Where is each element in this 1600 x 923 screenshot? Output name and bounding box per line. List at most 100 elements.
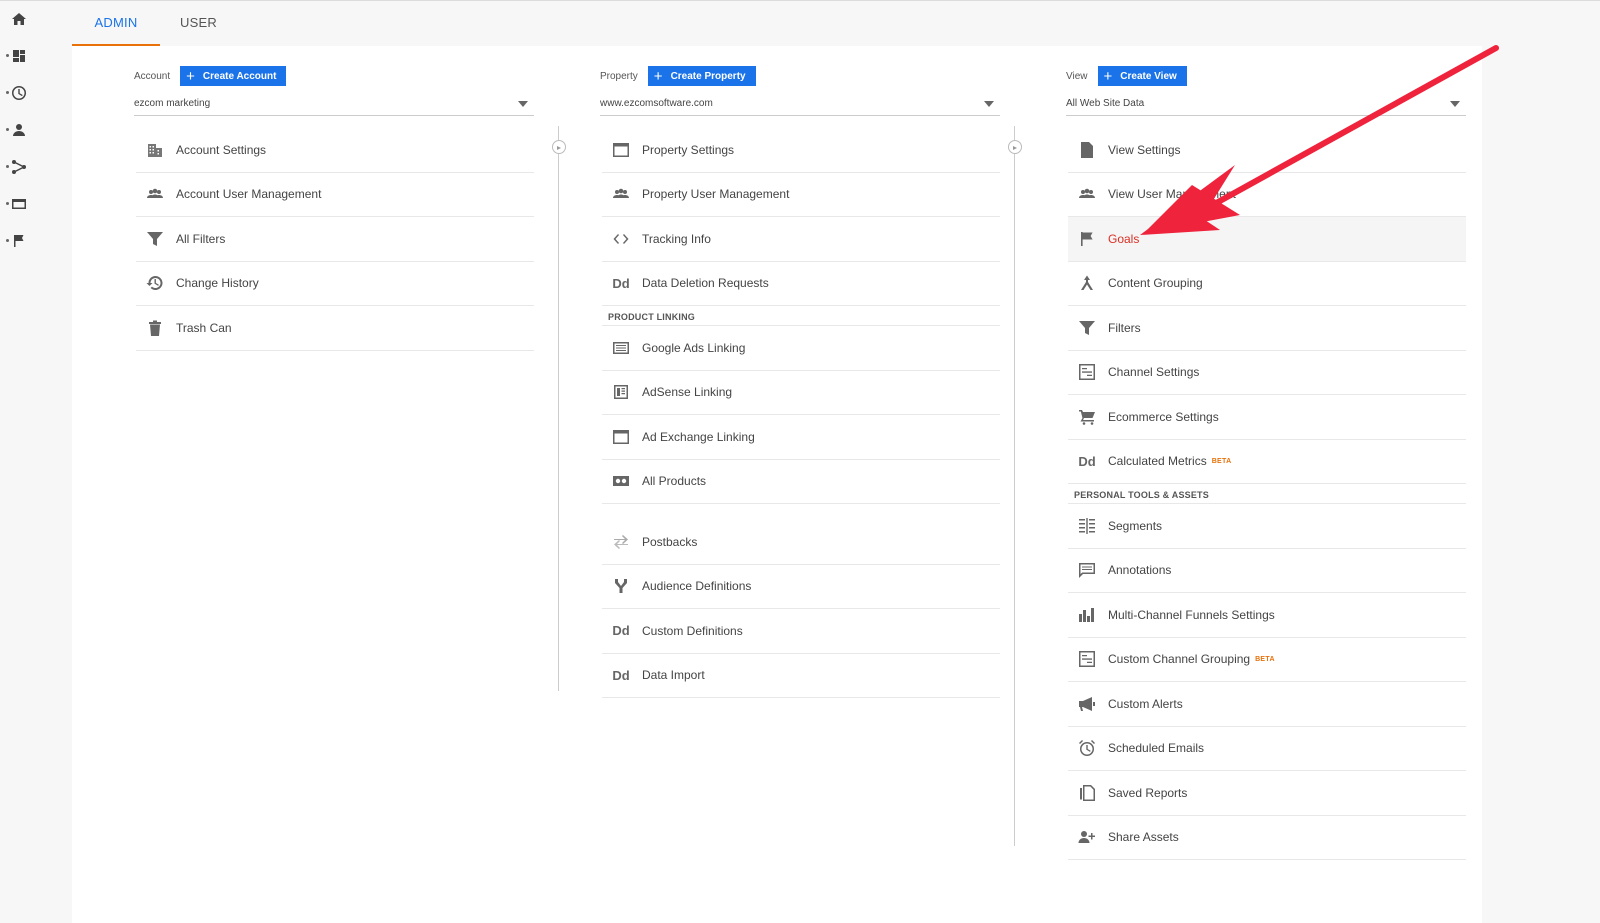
menu-item-label: Audience Definitions bbox=[642, 579, 752, 594]
menu-item-goals[interactable]: Goals bbox=[1068, 217, 1466, 262]
dd-icon: Dd bbox=[612, 667, 630, 683]
dashboard-icon[interactable] bbox=[6, 45, 30, 67]
menu-item-adsense-linking[interactable]: AdSense Linking bbox=[602, 371, 1000, 415]
dd-icon: Dd bbox=[612, 623, 630, 639]
admin-tabs: ADMIN USER bbox=[72, 0, 1482, 46]
menu-item-data-import[interactable]: Dd Data Import bbox=[602, 654, 1000, 698]
history-icon bbox=[144, 272, 166, 294]
menu-item-account-user-management[interactable]: Account User Management bbox=[136, 173, 534, 217]
person-icon[interactable] bbox=[6, 119, 30, 141]
menu-item-label: Account Settings bbox=[176, 142, 267, 157]
menu-item-channel-settings[interactable]: Channel Settings bbox=[1068, 351, 1466, 395]
menu-item-label: Channel Settings bbox=[1108, 365, 1200, 380]
menu-item-property-settings[interactable]: Property Settings bbox=[602, 128, 1000, 173]
caret-down-icon bbox=[1450, 101, 1460, 107]
behavior-icon[interactable] bbox=[6, 193, 30, 215]
postbacks-icon bbox=[610, 531, 632, 553]
flag-icon bbox=[1076, 228, 1098, 250]
dd-icon: Dd bbox=[1078, 453, 1096, 469]
menu-item-custom-alerts[interactable]: Custom Alerts bbox=[1068, 682, 1466, 727]
window-icon bbox=[610, 426, 632, 448]
menu-item-saved-reports[interactable]: Saved Reports bbox=[1068, 771, 1466, 816]
menu-item-label: Property Settings bbox=[642, 142, 735, 157]
menu-item-content-grouping[interactable]: Content Grouping bbox=[1068, 262, 1466, 306]
menu-item-label: Scheduled Emails bbox=[1108, 741, 1205, 756]
home-icon[interactable] bbox=[8, 8, 30, 30]
products-icon bbox=[610, 470, 632, 492]
clock-icon[interactable] bbox=[6, 82, 30, 104]
plus-icon: + bbox=[653, 67, 663, 85]
section-title: PRODUCT LINKING bbox=[608, 312, 695, 322]
menu-item-label: Ad Exchange Linking bbox=[642, 429, 755, 444]
menu-item-view-user-management[interactable]: View User Management bbox=[1068, 173, 1466, 217]
channel-icon bbox=[1076, 648, 1098, 670]
menu-item-label: Data Import bbox=[642, 668, 705, 683]
view-select[interactable]: All Web Site Data bbox=[1066, 94, 1466, 116]
conversions-flag-icon[interactable] bbox=[6, 230, 30, 252]
menu-item-property-user-management[interactable]: Property User Management bbox=[602, 173, 1000, 217]
menu-item-label: Custom Alerts bbox=[1108, 696, 1183, 711]
menu-item-account-settings[interactable]: Account Settings bbox=[136, 128, 534, 173]
menu-item-segments[interactable]: Segments bbox=[1068, 504, 1466, 549]
menu-item-multi-channel-funnels[interactable]: Multi-Channel Funnels Settings bbox=[1068, 593, 1466, 638]
megaphone-icon bbox=[1076, 693, 1098, 715]
copy-icon bbox=[1076, 782, 1098, 804]
tab-user[interactable]: USER bbox=[180, 0, 220, 46]
property-select-value: www.ezcomsoftware.com bbox=[600, 98, 713, 109]
menu-item-label: Calculated Metrics bbox=[1108, 454, 1207, 469]
menu-item-label: Google Ads Linking bbox=[642, 340, 746, 355]
menu-item-ecommerce-settings[interactable]: Ecommerce Settings bbox=[1068, 395, 1466, 440]
menu-item-audience-definitions[interactable]: Audience Definitions bbox=[602, 565, 1000, 609]
menu-item-scheduled-emails[interactable]: Scheduled Emails bbox=[1068, 727, 1466, 771]
admin-panel: Account + Create Account ezcom marketing… bbox=[72, 46, 1482, 923]
left-nav-rail bbox=[0, 0, 40, 923]
menu-item-trash-can[interactable]: Trash Can bbox=[136, 306, 534, 351]
menu-item-all-filters[interactable]: All Filters bbox=[136, 217, 534, 262]
people-icon bbox=[610, 183, 632, 205]
account-select-value: ezcom marketing bbox=[134, 98, 211, 109]
grouping-icon bbox=[1076, 272, 1098, 294]
property-select[interactable]: www.ezcomsoftware.com bbox=[600, 94, 1000, 116]
channel-icon bbox=[1076, 361, 1098, 383]
menu-item-view-settings[interactable]: View Settings bbox=[1068, 128, 1466, 173]
menu-item-postbacks[interactable]: Postbacks bbox=[602, 520, 1000, 565]
menu-item-label: Tracking Info bbox=[642, 231, 711, 246]
menu-item-tracking-info[interactable]: Tracking Info bbox=[602, 217, 1000, 262]
account-menu: Account Settings Account User Management… bbox=[136, 128, 534, 351]
segments-icon bbox=[1076, 515, 1098, 537]
account-header: Account + Create Account bbox=[134, 66, 287, 86]
menu-item-filters[interactable]: Filters bbox=[1068, 306, 1466, 351]
menu-item-label: All Products bbox=[642, 474, 707, 489]
comment-icon bbox=[1076, 559, 1098, 581]
menu-item-label: Custom Definitions bbox=[642, 623, 743, 638]
menu-item-custom-channel-grouping[interactable]: Custom Channel Grouping BETA bbox=[1068, 638, 1466, 682]
menu-item-all-products[interactable]: All Products bbox=[602, 460, 1000, 504]
menu-item-label: Annotations bbox=[1108, 563, 1172, 578]
menu-item-label: Ecommerce Settings bbox=[1108, 409, 1219, 424]
create-view-button[interactable]: + Create View bbox=[1097, 66, 1187, 86]
menu-item-google-ads-linking[interactable]: Google Ads Linking bbox=[602, 326, 1000, 371]
cart-icon bbox=[1076, 406, 1098, 428]
menu-item-annotations[interactable]: Annotations bbox=[1068, 549, 1466, 593]
adsense-icon bbox=[610, 381, 632, 403]
create-account-button[interactable]: + Create Account bbox=[180, 66, 287, 86]
create-property-button[interactable]: + Create Property bbox=[647, 66, 756, 86]
plus-icon: + bbox=[1103, 67, 1113, 85]
acquisition-icon[interactable] bbox=[6, 156, 30, 178]
menu-item-share-assets[interactable]: Share Assets bbox=[1068, 816, 1466, 860]
menu-item-ad-exchange-linking[interactable]: Ad Exchange Linking bbox=[602, 415, 1000, 460]
document-icon bbox=[1076, 139, 1098, 161]
column-connector-icon bbox=[1008, 140, 1022, 154]
menu-item-label: Content Grouping bbox=[1108, 276, 1203, 291]
tab-admin[interactable]: ADMIN bbox=[72, 0, 160, 46]
column-divider bbox=[558, 126, 559, 691]
menu-item-change-history[interactable]: Change History bbox=[136, 262, 534, 306]
menu-item-custom-definitions[interactable]: Dd Custom Definitions bbox=[602, 609, 1000, 654]
menu-item-calculated-metrics[interactable]: Dd Calculated Metrics BETA bbox=[1068, 440, 1466, 484]
menu-item-data-deletion-requests[interactable]: Dd Data Deletion Requests bbox=[602, 262, 1000, 306]
section-product-linking: PRODUCT LINKING bbox=[602, 306, 1000, 326]
account-select[interactable]: ezcom marketing bbox=[134, 94, 534, 116]
menu-item-label: All Filters bbox=[176, 231, 226, 246]
bars-icon bbox=[1076, 604, 1098, 626]
menu-item-label: View Settings bbox=[1108, 142, 1181, 157]
